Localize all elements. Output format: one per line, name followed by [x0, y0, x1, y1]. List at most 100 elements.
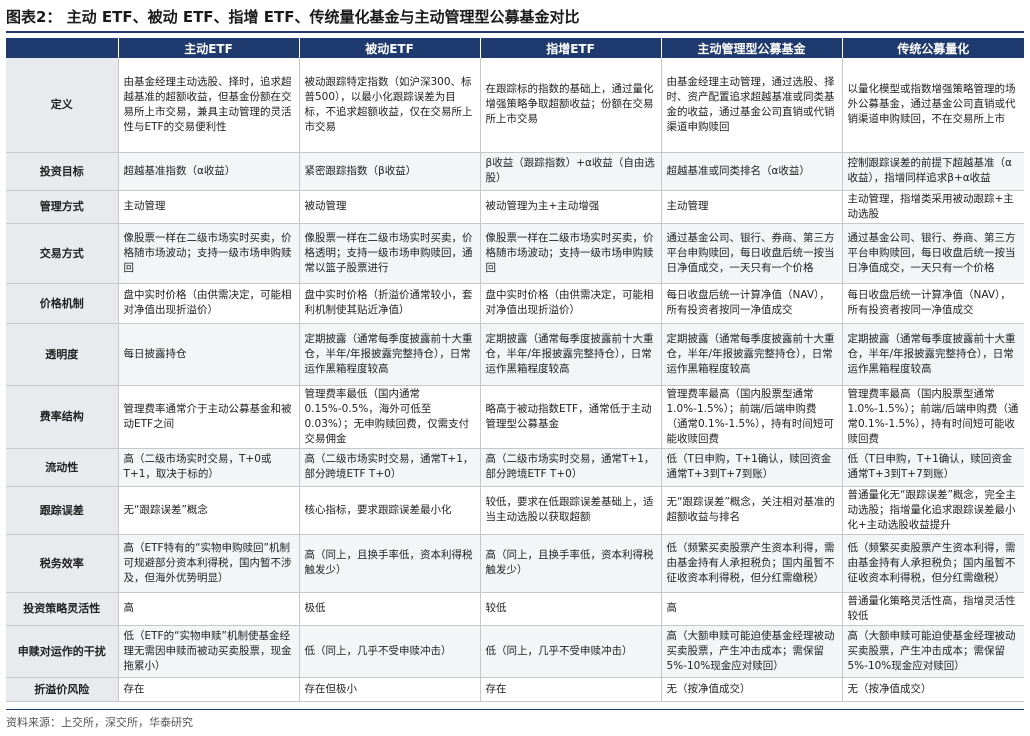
table-cell: 定期披露（通常每季度披露前十大重仓，半年/年报披露完整持仓），日常运作黑箱程度较… [298, 323, 480, 386]
table-cell: 由基金经理主动选股、择时，追求超越基准的超额收益，但基金份额在交易所上市交易，兼… [117, 58, 299, 153]
table-cell: 每日收盘后统一计算净值（NAV），所有投资者按同一净值成交 [660, 283, 842, 324]
table-cell: β收益（跟踪指数）+α收益（自由选股） [479, 152, 661, 191]
title-divider [6, 31, 1024, 33]
table-cell: 无（按净值成交） [660, 677, 842, 702]
table-cell: 存在但极小 [298, 677, 480, 702]
bottom-divider [6, 709, 1024, 710]
table-cell: 管理费率最低（国内通常0.15%-0.5%，海外可低至0.03%）；无申购赎回费… [298, 385, 480, 449]
table-cell: 低（T日申购，T+1确认，赎回资金通常T+3到T+7到账） [660, 448, 842, 487]
header-quant-fund: 传统公募量化 [841, 38, 1024, 58]
table-cell: 普通量化无“跟踪误差”概念，完全主动选股；指增量化追求跟踪误差最小化+主动选股收… [841, 486, 1024, 535]
table-cell: 主动管理 [117, 190, 299, 224]
table-row: 税务效率 高（ETF特有的“实物申购赎回”机制可规避部分资本利得税，国内暂不涉及，… [6, 534, 1024, 593]
table-cell: 无“跟踪误差”概念，关注相对基准的超额收益与排名 [660, 486, 842, 535]
table-row: 折溢价风险 存在 存在但极小 存在 无（按净值成交） 无（按净值成交） [6, 677, 1024, 702]
table-cell: 被动管理为主+主动增强 [479, 190, 661, 224]
table-cell: 较低 [479, 592, 661, 626]
table-cell: 紧密跟踪指数（β收益） [298, 152, 480, 191]
table-cell: 定期披露（通常每季度披露前十大重仓，半年/年报披露完整持仓），日常运作黑箱程度较… [841, 323, 1024, 386]
header-active-mutual-fund: 主动管理型公募基金 [660, 38, 842, 58]
header-passive-etf: 被动ETF [298, 38, 480, 58]
row-label: 价格机制 [6, 283, 118, 324]
header-corner [6, 38, 118, 58]
table-cell: 高（同上，且换手率低，资本利得税触发少） [298, 534, 480, 593]
table-cell: 低（同上，几乎不受申赎冲击） [298, 625, 480, 678]
table-cell: 主动管理 [660, 190, 842, 224]
table-cell: 低（ETF的“实物申赎”机制使基金经理无需因申赎而被动买卖股票，现金拖累小） [117, 625, 299, 678]
table-cell: 像股票一样在二级市场实时买卖，价格透明；支持一级市场申购赎回，通常以篮子股票进行 [298, 223, 480, 284]
row-label: 投资目标 [6, 152, 118, 191]
row-label: 透明度 [6, 323, 118, 386]
table-cell: 以量化模型或指数增强策略管理的场外公募基金，通过基金公司直销或代销渠道申购赎回，… [841, 58, 1024, 153]
table-cell: 盘中实时价格（由供需决定，可能相对净值出现折溢价） [479, 283, 661, 324]
table-cell: 管理费率最高（国内股票型通常1.0%-1.5%）；前端/后端申购费（通常0.1%… [841, 385, 1024, 449]
figure-title: 图表2： 主动 ETF、被动 ETF、指增 ETF、传统量化基金与主动管理型公募… [6, 8, 580, 26]
table-cell: 每日收盘后统一计算净值（NAV），所有投资者按同一净值成交 [841, 283, 1024, 324]
row-label: 折溢价风险 [6, 677, 118, 702]
table-cell: 管理费率最高（国内股票型通常1.0%-1.5%）；前端/后端申购费（通常0.1%… [660, 385, 842, 449]
table-row: 跟踪误差 无“跟踪误差”概念 核心指标，要求跟踪误差最小化 较低，要求在低跟踪误差基础… [6, 486, 1024, 535]
table-row: 费率结构 管理费率通常介于主动公募基金和被动ETF之间 管理费率最低（国内通常0.1… [6, 385, 1024, 449]
table-cell: 盘中实时价格（由供需决定，可能相对净值出现折溢价） [117, 283, 299, 324]
table-cell: 略高于被动指数ETF，通常低于主动管理型公募基金 [479, 385, 661, 449]
header-row: 主动ETF 被动ETF 指增ETF 主动管理型公募基金 传统公募量化 [6, 38, 1024, 58]
table-cell: 存在 [479, 677, 661, 702]
table-cell: 高（ETF特有的“实物申购赎回”机制可规避部分资本利得税，国内暂不涉及，但海外优… [117, 534, 299, 593]
table-cell: 高 [117, 592, 299, 626]
row-label: 费率结构 [6, 385, 118, 449]
table-cell: 极低 [298, 592, 480, 626]
table-cell: 被动管理 [298, 190, 480, 224]
header-enhanced-etf: 指增ETF [479, 38, 661, 58]
table-row: 投资策略灵活性高极低 较低高普通量化策略灵活性高，指增灵活性较低 [6, 592, 1024, 626]
table-cell: 高（大额申赎可能迫使基金经理被动买卖股票，产生冲击成本；需保留5%-10%现金应… [660, 625, 842, 678]
table-cell: 低（同上，几乎不受申赎冲击） [479, 625, 661, 678]
table-cell: 普通量化策略灵活性高，指增灵活性较低 [841, 592, 1024, 626]
table-row: 透明度 每日披露持仓 定期披露（通常每季度披露前十大重仓，半年/年报披露完整持仓），… [6, 323, 1024, 386]
table-cell: 通过基金公司、银行、券商、第三方平台申购赎回，每日收盘后统一按当日净值成交，一天… [660, 223, 842, 284]
table-cell: 由基金经理主动管理，通过选股、择时、资产配置追求超越基准或同类基金的收益，通过基… [660, 58, 842, 153]
table-cell: 高（二级市场实时交易，通常T+1，部分跨境ETF T+0） [298, 448, 480, 487]
table-cell: 较低，要求在低跟踪误差基础上，适当主动选股以获取超额 [479, 486, 661, 535]
table-cell: 超越基准或同类排名（α收益） [660, 152, 842, 191]
table-cell: 超越基准指数（α收益） [117, 152, 299, 191]
table-cell: 低（频繁买卖股票产生资本利得，需由基金持有人承担税负；国内虽暂不征收资本利得税，… [660, 534, 842, 593]
table-cell: 高（大额申赎可能迫使基金经理被动买卖股票，产生冲击成本；需保留5%-10%现金应… [841, 625, 1024, 678]
header-active-etf: 主动ETF [117, 38, 299, 58]
table-cell: 低（频繁买卖股票产生资本利得，需由基金持有人承担税负；国内虽暂不征收资本利得税，… [841, 534, 1024, 593]
table-row: 申赎对运作的干扰 低（ETF的“实物申赎”机制使基金经理无需因申赎而被动买卖股票，… [6, 625, 1024, 678]
table-cell: 定期披露（通常每季度披露前十大重仓，半年/年报披露完整持仓），日常运作黑箱程度较… [660, 323, 842, 386]
table-row: 交易方式 像股票一样在二级市场实时买卖，价格随市场波动；支持一级市场申购赎回 像股票… [6, 223, 1024, 284]
table-cell: 盘中实时价格（折溢价通常较小，套利机制使其贴近净值） [298, 283, 480, 324]
table-cell: 被动跟踪特定指数（如沪深300、标普500），以最小化跟踪误差为目标，不追求超额… [298, 58, 480, 153]
table-row: 流动性 高（二级市场实时交易，T+0或T+1，取决于标的） 高（二级市场实时交易，通… [6, 448, 1024, 487]
table-cell: 定期披露（通常每季度披露前十大重仓，半年/年报披露完整持仓），日常运作黑箱程度较… [479, 323, 661, 386]
table-cell: 控制跟踪误差的前提下超越基准（α收益），指增同样追求β+α收益 [841, 152, 1024, 191]
table-row: 价格机制 盘中实时价格（由供需决定，可能相对净值出现折溢价） 盘中实时价格（折溢价通… [6, 283, 1024, 324]
table-cell: 无（按净值成交） [841, 677, 1024, 702]
table-row: 定义 由基金经理主动选股、择时，追求超越基准的超额收益，但基金份额在交易所上市交易… [6, 58, 1024, 153]
row-label: 定义 [6, 58, 118, 153]
row-label: 流动性 [6, 448, 118, 487]
table-cell: 主动管理，指增类采用被动跟踪+主动选股 [841, 190, 1024, 224]
row-label: 跟踪误差 [6, 486, 118, 535]
table-cell: 像股票一样在二级市场实时买卖，价格随市场波动；支持一级市场申购赎回 [479, 223, 661, 284]
report-page: 图表2： 主动 ETF、被动 ETF、指增 ETF、传统量化基金与主动管理型公募… [0, 0, 1030, 736]
table-row: 管理方式 主动管理 被动管理 被动管理为主+主动增强 主动管理 主动管理，指增类采用被动跟… [6, 190, 1024, 224]
table-cell: 高（二级市场实时交易，通常T+1，部分跨境ETF T+0） [479, 448, 661, 487]
table-cell: 高 [660, 592, 842, 626]
table-cell: 核心指标，要求跟踪误差最小化 [298, 486, 480, 535]
comparison-table: 主动ETF 被动ETF 指增ETF 主动管理型公募基金 传统公募量化 定义 由基金… [6, 38, 1024, 702]
table-cell: 低（T日申购，T+1确认，赎回资金通常T+3到T+7到账） [841, 448, 1024, 487]
table-cell: 通过基金公司、银行、券商、第三方平台申购赎回，每日收盘后统一按当日净值成交，一天… [841, 223, 1024, 284]
table-cell: 高（二级市场实时交易，T+0或T+1，取决于标的） [117, 448, 299, 487]
table-cell: 无“跟踪误差”概念 [117, 486, 299, 535]
table-cell: 像股票一样在二级市场实时买卖，价格随市场波动；支持一级市场申购赎回 [117, 223, 299, 284]
table-row: 投资目标 超越基准指数（α收益） 紧密跟踪指数（β收益） β收益（跟踪指数）+α收益（… [6, 152, 1024, 191]
source-note: 资料来源：上交所，深交所，华泰研究 [6, 716, 193, 729]
row-label: 申赎对运作的干扰 [6, 625, 118, 678]
row-label: 管理方式 [6, 190, 118, 224]
row-label: 税务效率 [6, 534, 118, 593]
row-label: 交易方式 [6, 223, 118, 284]
row-label: 投资策略灵活性 [6, 592, 118, 626]
table-cell: 管理费率通常介于主动公募基金和被动ETF之间 [117, 385, 299, 449]
